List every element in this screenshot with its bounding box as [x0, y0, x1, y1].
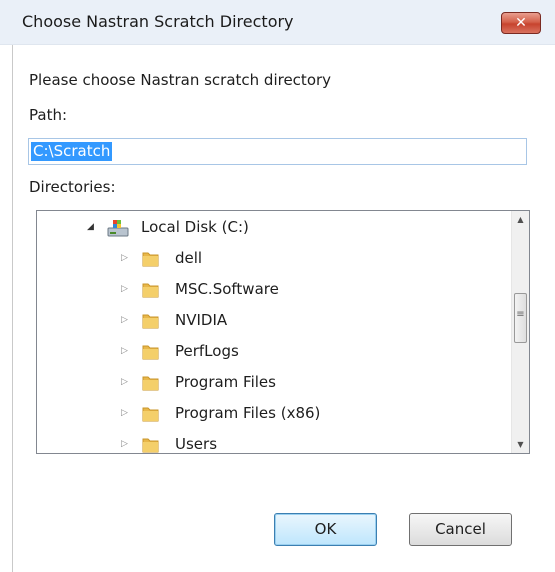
tree-folder-row[interactable]: ▷ Program Files [37, 370, 507, 396]
title-bar: Choose Nastran Scratch Directory ✕ [0, 0, 555, 45]
folder-icon [142, 283, 159, 298]
tree-folder-label: Program Files [175, 373, 276, 391]
close-icon: ✕ [515, 15, 527, 31]
drive-icon [107, 220, 129, 237]
folder-icon [142, 252, 159, 267]
grip-icon: ≡ [516, 309, 525, 320]
close-button[interactable]: ✕ [501, 12, 541, 34]
tree-folder-label: Program Files (x86) [175, 404, 321, 422]
tree-folder-label: NVIDIA [175, 311, 228, 329]
window-title: Choose Nastran Scratch Directory [22, 12, 294, 31]
folder-icon [142, 376, 159, 391]
path-input[interactable]: C:\Scratch [28, 138, 527, 165]
tree-folder-label: MSC.Software [175, 280, 279, 298]
tree-folder-label: PerfLogs [175, 342, 239, 360]
tree-folder-row[interactable]: ▷ MSC.Software [37, 277, 507, 303]
cancel-button[interactable]: Cancel [409, 513, 512, 546]
tree-root-label: Local Disk (C:) [141, 218, 249, 236]
ok-button[interactable]: OK [274, 513, 377, 546]
path-value-selected: C:\Scratch [31, 142, 113, 161]
tree-folder-label: dell [175, 249, 203, 267]
directory-tree[interactable]: ◢ Local Disk (C:) ▷ dell ▷ MSC.Software ▷ NVI… [36, 210, 530, 454]
directories-label: Directories: [29, 178, 116, 196]
folder-icon [142, 438, 159, 453]
tree-folder-label: Users [175, 435, 218, 453]
tree-root-row[interactable]: ◢ Local Disk (C:) [37, 215, 507, 241]
tree-folder-row[interactable]: ▷ dell [37, 246, 507, 272]
folder-icon [142, 314, 159, 329]
tree-scrollbar[interactable]: ▲ ≡ ▼ [511, 211, 529, 453]
tree-folder-row[interactable]: ▷ PerfLogs [37, 339, 507, 365]
scroll-up-icon[interactable]: ▲ [512, 211, 529, 228]
folder-icon [142, 407, 159, 422]
tree-folder-row[interactable]: ▷ NVIDIA [37, 308, 507, 334]
collapsed-arrow-icon[interactable]: ▷ [121, 377, 128, 387]
scroll-thumb[interactable]: ≡ [514, 293, 527, 343]
folder-icon [142, 345, 159, 360]
collapsed-arrow-icon[interactable]: ▷ [121, 315, 128, 325]
collapsed-arrow-icon[interactable]: ▷ [121, 253, 128, 263]
collapsed-arrow-icon[interactable]: ▷ [121, 346, 128, 356]
scroll-down-icon[interactable]: ▼ [512, 436, 529, 453]
collapsed-arrow-icon[interactable]: ▷ [121, 284, 128, 294]
path-label: Path: [29, 106, 68, 124]
collapsed-arrow-icon[interactable]: ▷ [121, 408, 128, 418]
collapsed-arrow-icon[interactable]: ▷ [121, 439, 128, 449]
expanded-arrow-icon[interactable]: ◢ [87, 222, 94, 232]
tree-folder-row[interactable]: ▷ Users [37, 432, 507, 453]
prompt-text: Please choose Nastran scratch directory [29, 71, 332, 89]
tree-folder-row[interactable]: ▷ Program Files (x86) [37, 401, 507, 427]
